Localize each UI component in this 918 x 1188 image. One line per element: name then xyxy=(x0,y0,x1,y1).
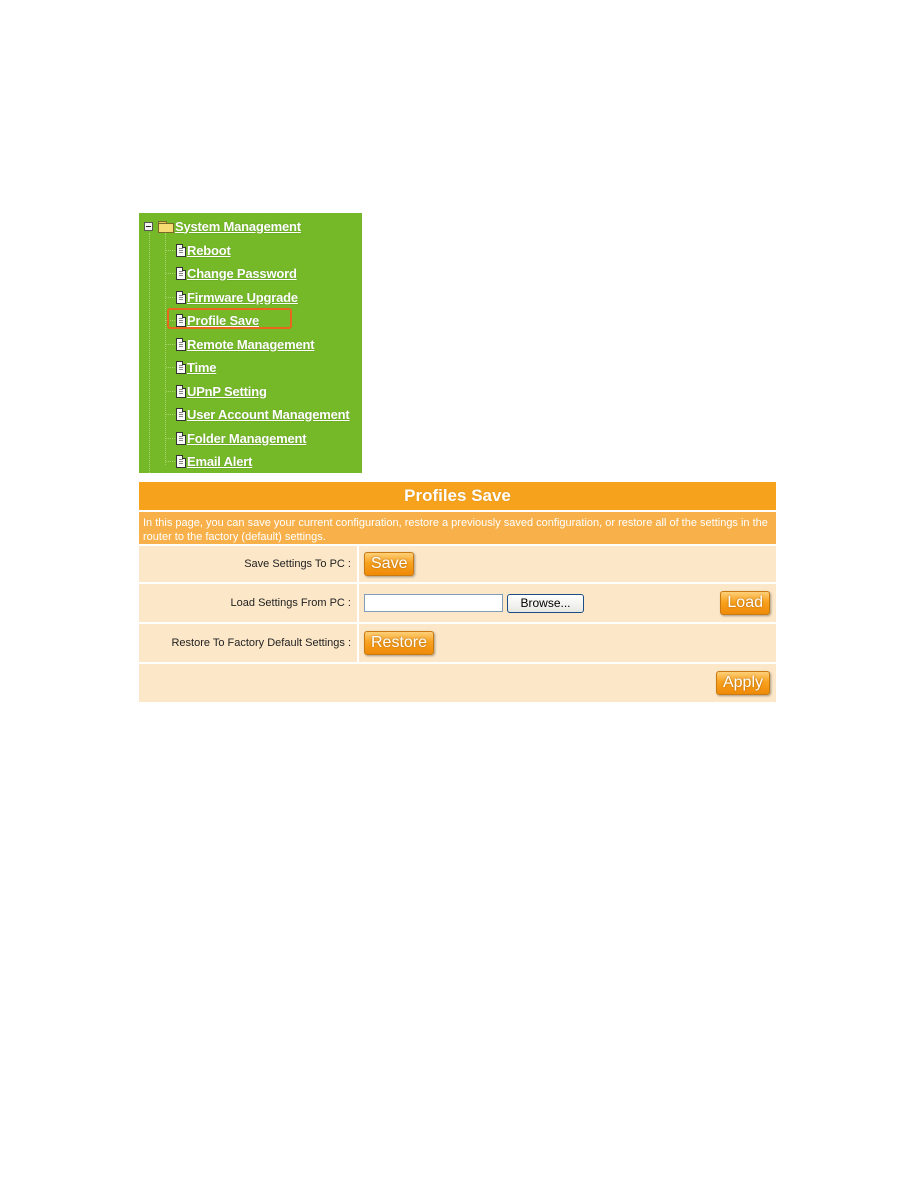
file-path-input[interactable] xyxy=(364,594,503,612)
save-settings-row: Save Settings To PC : Save xyxy=(139,546,776,582)
restore-defaults-label: Restore To Factory Default Settings : xyxy=(139,624,359,662)
apply-row: Apply xyxy=(139,664,776,702)
tree-connector-line xyxy=(149,233,150,473)
tree-connector-line xyxy=(165,233,166,465)
document-icon xyxy=(176,290,186,304)
apply-button[interactable]: Apply xyxy=(715,671,770,695)
document-icon xyxy=(176,360,186,374)
document-icon xyxy=(176,384,186,398)
document-icon xyxy=(176,431,186,445)
document-icon xyxy=(176,407,186,421)
tree-item-remote-management[interactable]: Remote Management xyxy=(166,335,315,353)
panel-title: Profiles Save xyxy=(139,482,776,510)
document-icon xyxy=(176,243,186,257)
tree-item-folder-management[interactable]: Folder Management xyxy=(166,429,307,447)
upnp-setting-link[interactable]: UPnP Setting xyxy=(187,384,267,399)
tree-item-email-alert[interactable]: Email Alert xyxy=(166,452,252,470)
tree-item-time[interactable]: Time xyxy=(166,358,217,376)
system-management-link[interactable]: System Management xyxy=(175,219,301,234)
folder-management-link[interactable]: Folder Management xyxy=(187,431,307,446)
tree-item-change-password[interactable]: Change Password xyxy=(166,264,297,282)
system-management-tree: System Management Reboot Change Password… xyxy=(139,213,362,473)
firmware-upgrade-link[interactable]: Firmware Upgrade xyxy=(187,290,298,305)
remote-management-link[interactable]: Remote Management xyxy=(187,337,315,352)
tree-item-user-account-management[interactable]: User Account Management xyxy=(166,405,350,423)
tree-item-reboot[interactable]: Reboot xyxy=(166,241,231,259)
panel-description: In this page, you can save your current … xyxy=(139,512,776,544)
load-settings-row: Load Settings From PC : Browse... Load xyxy=(139,584,776,622)
restore-defaults-row: Restore To Factory Default Settings : Re… xyxy=(139,624,776,662)
document-icon xyxy=(176,266,186,280)
profile-save-highlight xyxy=(167,308,292,329)
load-button[interactable]: Load xyxy=(720,591,770,615)
save-button[interactable]: Save xyxy=(364,552,415,576)
user-account-management-link[interactable]: User Account Management xyxy=(187,407,350,422)
email-alert-link[interactable]: Email Alert xyxy=(187,454,252,469)
load-settings-label: Load Settings From PC : xyxy=(139,584,359,622)
profiles-save-panel: Profiles Save In this page, you can save… xyxy=(139,482,776,704)
save-settings-label: Save Settings To PC : xyxy=(139,546,359,582)
tree-root-system-management[interactable]: System Management xyxy=(144,217,301,235)
time-link[interactable]: Time xyxy=(187,360,217,375)
reboot-link[interactable]: Reboot xyxy=(187,243,231,258)
document-icon xyxy=(176,454,186,468)
folder-open-icon xyxy=(158,220,174,233)
browse-button[interactable]: Browse... xyxy=(507,593,584,613)
change-password-link[interactable]: Change Password xyxy=(187,266,297,281)
tree-item-firmware-upgrade[interactable]: Firmware Upgrade xyxy=(166,288,298,306)
collapse-minus-icon[interactable] xyxy=(144,221,153,231)
document-icon xyxy=(176,337,186,351)
tree-item-upnp-setting[interactable]: UPnP Setting xyxy=(166,382,267,400)
restore-button[interactable]: Restore xyxy=(364,631,435,655)
